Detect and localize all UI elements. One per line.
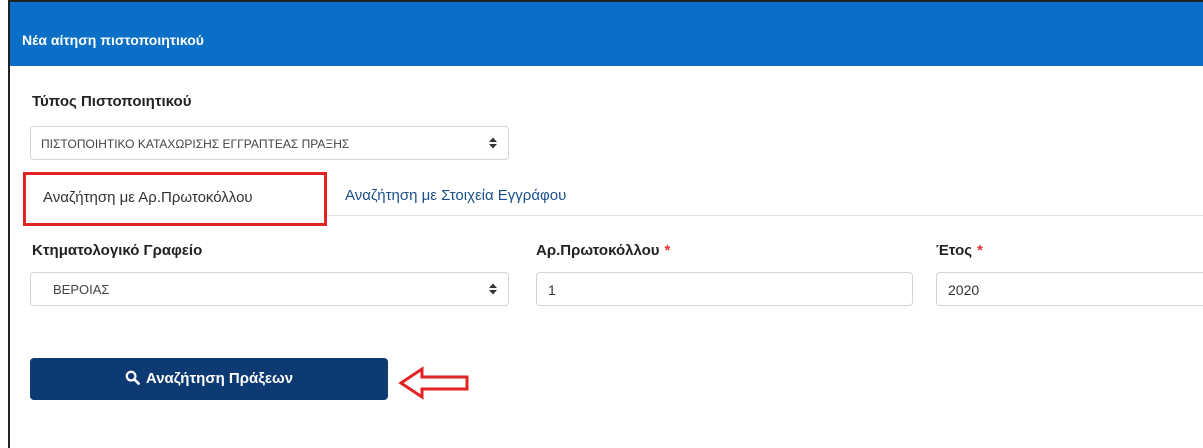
office-label: Κτηματολογικό Γραφείο	[32, 242, 203, 259]
sort-caret-icon	[489, 283, 497, 295]
tabs-divider	[326, 215, 1203, 216]
tab-search-by-protocol-label: Αναζήτηση με Αρ.Πρωτοκόλλου	[43, 189, 253, 206]
required-mark: *	[977, 242, 983, 259]
panel-header: Νέα αίτηση πιστοποιητικού	[10, 2, 1203, 66]
certificate-request-panel: Νέα αίτηση πιστοποιητικού Τύπος Πιστοποι…	[8, 0, 1203, 448]
protocol-input[interactable]: 1	[536, 272, 913, 306]
search-actions-button[interactable]: Αναζήτηση Πράξεων	[30, 358, 388, 400]
left-arrow-icon	[398, 366, 469, 400]
certificate-type-value: ΠΙΣΤΟΠΟΙΗΤΙΚΟ ΚΑΤΑΧΩΡΙΣΗΣ ΕΓΓΡΑΠΤΕΑΣ ΠΡΑ…	[41, 137, 350, 151]
year-value: 2020	[948, 282, 980, 298]
office-value: ΒΕΡΟΙΑΣ	[53, 282, 110, 297]
certificate-type-select[interactable]: ΠΙΣΤΟΠΟΙΗΤΙΚΟ ΚΑΤΑΧΩΡΙΣΗΣ ΕΓΓΡΑΠΤΕΑΣ ΠΡΑ…	[30, 126, 509, 160]
search-button-label: Αναζήτηση Πράξεων	[145, 370, 294, 387]
protocol-value: 1	[548, 282, 556, 298]
year-input[interactable]: 2020	[936, 272, 1203, 306]
protocol-label: Αρ.Πρωτοκόλλου *	[536, 242, 670, 259]
sort-caret-icon	[489, 137, 497, 149]
search-button-content: Αναζήτηση Πράξεων	[30, 370, 388, 387]
year-label: Έτος *	[936, 242, 983, 259]
certificate-type-label: Τύπος Πιστοποιητικού	[32, 93, 192, 110]
tab-search-by-document[interactable]: Αναζήτηση με Στοιχεία Εγγράφου	[345, 187, 566, 204]
tab-search-by-protocol[interactable]: Αναζήτηση με Αρ.Πρωτοκόλλου	[23, 172, 327, 226]
required-mark: *	[664, 242, 671, 259]
search-icon	[125, 370, 140, 385]
office-select[interactable]: ΒΕΡΟΙΑΣ	[30, 272, 509, 306]
year-label-text: Έτος	[936, 242, 973, 259]
panel-title: Νέα αίτηση πιστοποιητικού	[22, 32, 204, 48]
protocol-label-text: Αρ.Πρωτοκόλλου	[536, 242, 660, 259]
